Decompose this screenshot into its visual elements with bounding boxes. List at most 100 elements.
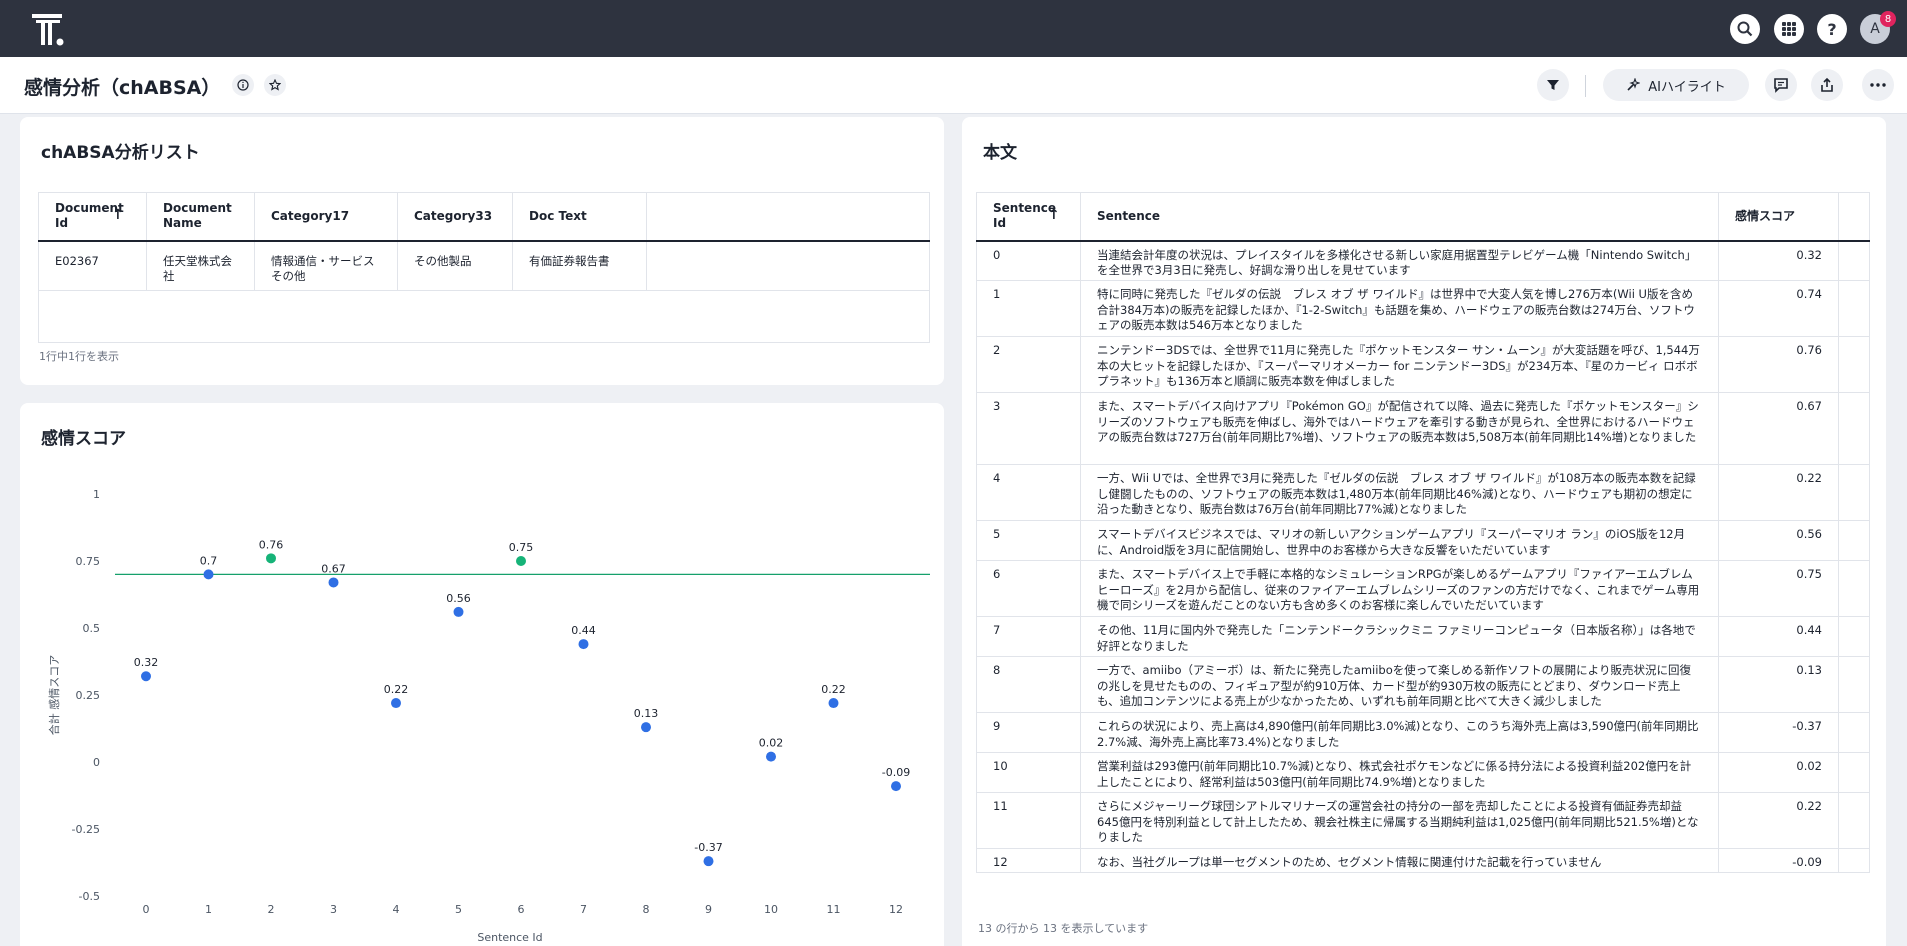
data-label: 0.56 [446,592,471,605]
sentences-table-viewport[interactable]: Sentence Id Sentence 感情スコア 0 当連結会計年度の状況は、… [976,192,1870,918]
data-label: 0.76 [259,538,284,551]
column-header-document-id[interactable]: Document Id [38,192,147,242]
column-header-document-name[interactable]: Document Name [146,192,255,242]
column-header-sentence-id[interactable]: Sentence Id [976,192,1081,242]
table-row[interactable]: 10 営業利益は293億円(前年同期比10.7%減)となり、株式会社ポケモンなどに… [976,752,1870,793]
cell-sentence: ニンテンドー3DSでは、全世界で11月に発売した『ポケットモンスター サン・ムー… [1080,336,1719,393]
y-tick-label: 0.75 [76,555,101,568]
table-row[interactable]: 0 当連結会計年度の状況は、プレイスタイルを多様化させる新しい家庭用据置型テレビゲ… [976,240,1870,281]
cell-sentence: また、スマートデバイス向けアプリ『Pokémon GO』が配信されて以降、過去に… [1080,392,1719,465]
y-tick-label: 1 [93,488,100,501]
filter-icon[interactable] [1537,69,1569,101]
table-row[interactable]: 2 ニンテンドー3DSでは、全世界で11月に発売した『ポケットモンスター サン・ム… [976,336,1870,393]
search-icon[interactable] [1730,14,1760,44]
cell-empty [646,240,930,291]
column-header-category33[interactable]: Category33 [397,192,513,242]
cell-sentiment-score: 0.13 [1718,656,1839,713]
y-tick-label: -0.5 [79,890,100,903]
cell-empty [1838,520,1870,561]
column-header-sentence[interactable]: Sentence [1080,192,1719,242]
more-options-icon[interactable] [1862,69,1894,101]
analysis-list-title: chABSA分析リスト [41,143,200,163]
cell-document-id: E02367 [38,240,147,291]
table-row[interactable]: 6 また、スマートデバイス上で手軽に本格的なシミュレーションRPGが楽しめるゲーム… [976,560,1870,617]
ai-highlight-button[interactable]: AIハイライト [1603,69,1749,101]
cell-sentence: 一方、Wii Uでは、全世界で3月に発売した『ゼルダの伝説 ブレス オブ ザ ワ… [1080,464,1719,521]
cell-empty [1838,792,1870,849]
data-point [828,698,839,709]
data-point [203,569,214,580]
cell-empty [1838,240,1870,281]
cell-sentence-id: 11 [976,792,1081,849]
sentiment-score-card: 感情スコア 1 0.75 0.5 0.25 0 -0.25 -0.5 合計 感情スコア 0 1 2 3… [20,403,944,946]
sentiment-scatter-chart: 10.750.50.250-0.25-0.5合計 感情スコア0 1 2 3 4 5 6 7 8 9… [47,488,930,944]
x-tick-label: 10 [764,903,778,916]
cell-empty [1838,560,1870,617]
cell-sentence: 特に同時に発売した『ゼルダの伝説 ブレス オブ ザ ワイルド』は世界中で大変人気… [1080,280,1719,337]
cell-empty [1838,752,1870,793]
table-empty-row [38,290,930,343]
cell-sentence-id: 0 [976,240,1081,281]
table-row[interactable]: 8 一方で、amiibo（アミーボ）は、新たに発売したamiiboを使って楽しめる… [976,656,1870,713]
divider [1585,75,1586,97]
thoughtspot-logo[interactable] [32,14,66,46]
cell-empty [1838,464,1870,521]
data-label: -0.37 [694,841,722,854]
data-point [391,698,401,709]
column-header-doc-text[interactable]: Doc Text [512,192,647,242]
table-header-row: Document Id Document Name Category17 Cat… [38,192,930,242]
cell-doc-text: 有価証券報告書 [512,240,647,291]
info-icon[interactable] [232,74,254,96]
apps-grid-icon[interactable] [1774,14,1804,44]
table-row[interactable]: 12 なお、当社グループは単一セグメントのため、セグメント情報に関連付けた記載を行… [976,848,1870,873]
table-row[interactable]: 9 これらの状況により、売上高は4,890億円(前年同期比3.0%減)となり、この… [976,712,1870,753]
cell-sentence-id: 5 [976,520,1081,561]
table-row[interactable]: 3 また、スマートデバイス向けアプリ『Pokémon GO』が配信されて以降、過去… [976,392,1870,465]
data-point [578,639,589,650]
table-row[interactable]: 11 さらにメジャーリーグ球団シアトルマリナーズの運営会社の持分の一部を売却したこ… [976,792,1870,849]
cell-empty [1838,656,1870,713]
comment-icon[interactable] [1765,69,1797,101]
y-axis-title: 合計 感情スコア [47,655,61,736]
sort-ascending-icon[interactable]: ↑ [112,207,124,223]
body-text-card: 本文 Sentence Id Sentence 感情スコア 0 当連結会計年度の状… [962,117,1886,946]
data-point [516,556,526,566]
cell-sentence: なお、当社グループは単一セグメントのため、セグメント情報に関連付けた記載を行って… [1080,848,1719,873]
cell-sentiment-score: -0.09 [1718,848,1839,873]
cell-empty [1838,848,1870,873]
x-tick-label: 7 [580,903,587,916]
data-point [266,553,276,564]
data-label: 0.7 [200,554,218,567]
x-tick-label: 4 [393,903,400,916]
ai-sparkle-icon [1627,78,1641,91]
cell-sentence-id: 4 [976,464,1081,521]
cell-sentiment-score: 0.67 [1718,392,1839,465]
cell-category33: その他製品 [397,240,513,291]
table-row[interactable]: 4 一方、Wii Uでは、全世界で3月に発売した『ゼルダの伝説 ブレス オブ ザ … [976,464,1870,521]
column-header-category17[interactable]: Category17 [254,192,398,242]
data-point [453,606,464,617]
share-icon[interactable] [1811,69,1843,101]
notification-badge: 8 [1880,11,1896,27]
x-tick-label: 1 [205,903,212,916]
cell-sentence-id: 2 [976,336,1081,393]
x-tick-label: 3 [330,903,337,916]
column-header-sentiment-score[interactable]: 感情スコア [1718,192,1839,242]
cell-sentence: これらの状況により、売上高は4,890億円(前年同期比3.0%減)となり、このう… [1080,712,1719,753]
x-tick-label: 11 [827,903,841,916]
table-row[interactable]: 1 特に同時に発売した『ゼルダの伝説 ブレス オブ ザ ワイルド』は世界中で大変人… [976,280,1870,337]
x-axis-title: Sentence Id [477,931,542,944]
cell-empty [1838,392,1870,465]
table-row[interactable]: 7 その他、11月に国内外で発売した「ニンテンドークラシックミニ ファミリーコンピ… [976,616,1870,657]
x-tick-label: 5 [455,903,462,916]
cell-sentiment-score: -0.37 [1718,712,1839,753]
table-row[interactable]: E02367 任天堂株式会社 情報通信・サービスその他 その他製品 有価証券報告… [38,240,930,291]
cell-document-name: 任天堂株式会社 [146,240,255,291]
data-point [891,781,901,792]
sort-ascending-icon[interactable]: ↑ [1048,207,1060,223]
table-row[interactable]: 5 スマートデバイスビジネスでは、マリオの新しいアクションゲームアプリ『スーパーマ… [976,520,1870,561]
analysis-list-table: Document Id Document Name Category17 Cat… [38,192,930,343]
help-icon[interactable]: ? [1817,14,1847,44]
table-header-row: Sentence Id Sentence 感情スコア [976,192,1870,242]
star-icon[interactable] [264,74,286,96]
